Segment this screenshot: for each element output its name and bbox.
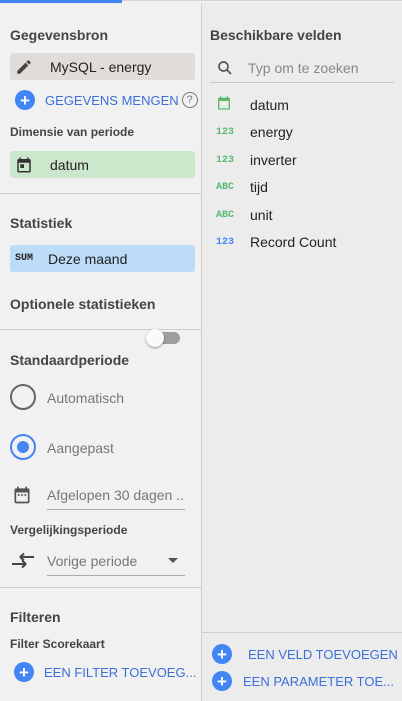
default-period-title: Standaardperiode bbox=[10, 352, 130, 368]
optional-metrics-toggle[interactable] bbox=[146, 329, 164, 347]
metric-chip[interactable]: SUM Deze maand bbox=[10, 245, 195, 272]
field-name: Record Count bbox=[250, 234, 337, 250]
date-range-field[interactable]: Afgelopen 30 dagen ... bbox=[47, 487, 185, 510]
search-input[interactable]: Typ om te zoeken bbox=[248, 60, 359, 76]
period-dimension-chip[interactable]: datum bbox=[10, 151, 195, 178]
field-item[interactable]: ABC unit bbox=[216, 205, 273, 225]
comparison-period-select[interactable]: Vorige periode bbox=[47, 553, 185, 576]
plus-icon: + bbox=[212, 671, 232, 691]
period-dimension-name: datum bbox=[50, 156, 89, 173]
pencil-icon[interactable] bbox=[10, 53, 38, 80]
divider bbox=[0, 329, 201, 330]
field-name: tijd bbox=[250, 179, 268, 195]
calendar-icon bbox=[216, 95, 238, 115]
plus-icon: + bbox=[15, 90, 35, 110]
radio-automatic-label: Automatisch bbox=[47, 390, 125, 406]
calendar-icon bbox=[10, 151, 38, 178]
add-filter-button[interactable]: + EEN FILTER TOEVOEG... bbox=[14, 662, 198, 682]
radio-automatic[interactable] bbox=[10, 384, 36, 410]
period-dimension-title: Dimensie van periode bbox=[10, 125, 135, 139]
number-type-icon: 123 bbox=[216, 154, 235, 166]
field-name: energy bbox=[250, 124, 293, 140]
filter-scorecard-title: Filter Scorekaart bbox=[10, 637, 105, 651]
field-name: unit bbox=[250, 207, 273, 223]
field-item[interactable]: ABC tijd bbox=[216, 177, 268, 197]
optional-metrics-title: Optionele statistieken bbox=[10, 296, 156, 312]
chevron-down-icon[interactable] bbox=[167, 552, 179, 570]
radio-custom-label: Aangepast bbox=[47, 440, 114, 456]
fields-footer: + EEN VELD TOEVOEGEN + EEN PARAMETER TOE… bbox=[202, 632, 402, 701]
comparison-period-title: Vergelijkingsperiode bbox=[10, 523, 128, 537]
blend-data-button[interactable]: + GEGEVENS MENGEN ? bbox=[15, 90, 198, 110]
text-type-icon: ABC bbox=[216, 181, 235, 193]
properties-panel: Gegevensbron MySQL - energy + GEGEVENS M… bbox=[0, 3, 202, 701]
field-item[interactable]: 123 inverter bbox=[216, 150, 297, 170]
number-type-icon: 123 bbox=[216, 126, 235, 138]
divider bbox=[0, 587, 201, 588]
plus-icon: + bbox=[212, 644, 232, 664]
metric-aggregation[interactable]: SUM bbox=[10, 245, 38, 272]
add-parameter-label: EEN PARAMETER TOE... bbox=[243, 673, 394, 689]
search-icon bbox=[216, 59, 234, 77]
comparison-period-value: Vorige periode bbox=[47, 553, 138, 569]
radio-custom[interactable] bbox=[10, 434, 36, 460]
calendar-icon bbox=[12, 485, 32, 510]
help-icon[interactable]: ? bbox=[181, 92, 198, 108]
field-name: inverter bbox=[250, 152, 297, 168]
add-parameter-button[interactable]: + EEN PARAMETER TOE... bbox=[212, 671, 400, 691]
field-item[interactable]: 123 energy bbox=[216, 122, 293, 142]
available-fields-panel: Beschikbare velden Typ om te zoeken datu… bbox=[202, 3, 402, 701]
metrics-title: Statistiek bbox=[10, 215, 73, 231]
add-filter-label: EEN FILTER TOEVOEG... bbox=[44, 664, 197, 680]
data-source-chip[interactable]: MySQL - energy bbox=[10, 53, 195, 80]
data-source-name: MySQL - energy bbox=[50, 58, 152, 75]
number-type-icon: 123 bbox=[216, 236, 235, 248]
top-border bbox=[122, 0, 402, 1]
field-item[interactable]: 123 Record Count bbox=[216, 232, 336, 252]
field-name: datum bbox=[250, 97, 289, 113]
text-type-icon: ABC bbox=[216, 209, 235, 221]
available-fields-title: Beschikbare velden bbox=[210, 27, 342, 43]
plus-icon: + bbox=[14, 662, 34, 682]
compare-arrows-icon bbox=[10, 550, 36, 577]
divider bbox=[0, 193, 201, 194]
add-field-button[interactable]: + EEN VELD TOEVOEGEN bbox=[212, 644, 400, 664]
add-field-label: EEN VELD TOEVOEGEN bbox=[248, 646, 398, 662]
metric-name: Deze maand bbox=[48, 250, 128, 267]
field-search[interactable]: Typ om te zoeken bbox=[210, 53, 394, 83]
field-item[interactable]: datum bbox=[216, 95, 289, 115]
data-source-title: Gegevensbron bbox=[10, 27, 109, 43]
filter-title: Filteren bbox=[10, 609, 61, 625]
blend-data-label: GEGEVENS MENGEN bbox=[45, 92, 179, 108]
